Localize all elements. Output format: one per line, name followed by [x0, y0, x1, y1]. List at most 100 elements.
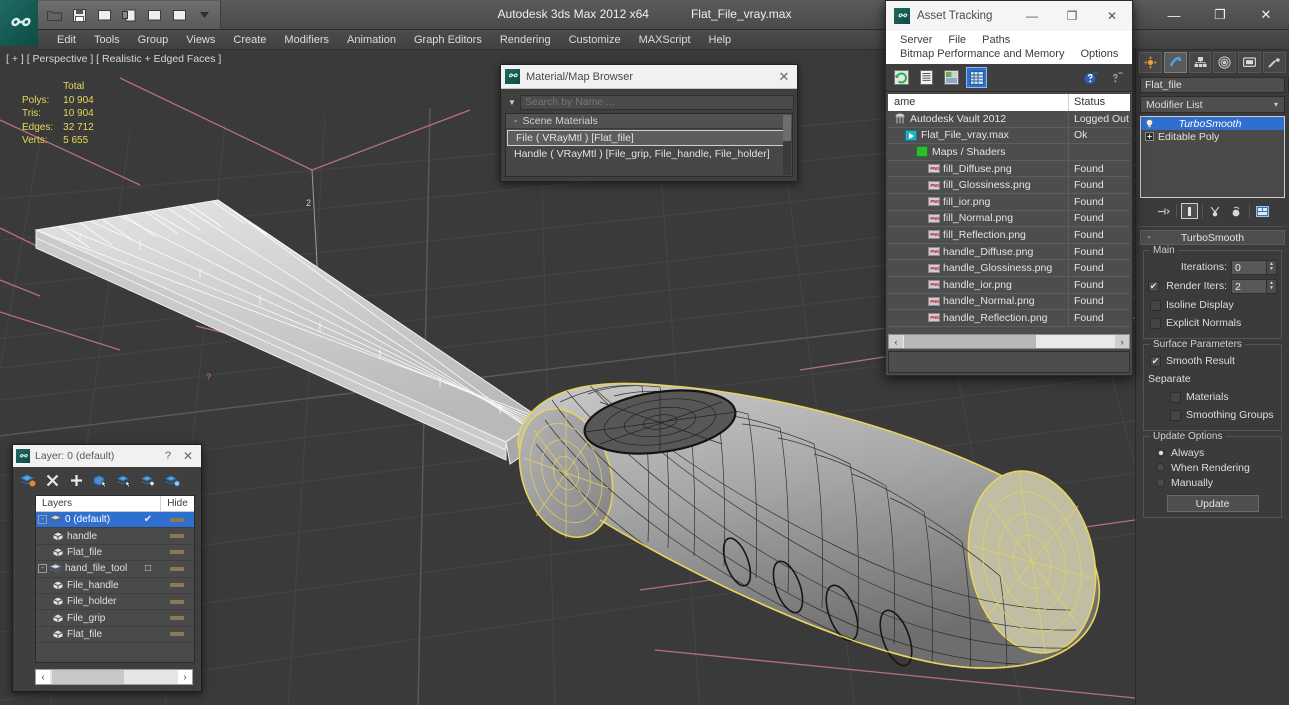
update-option-always[interactable]: Always	[1148, 445, 1277, 460]
modify-tab[interactable]	[1163, 51, 1187, 73]
pin-stack-icon[interactable]	[1155, 203, 1172, 219]
undo-icon[interactable]	[94, 5, 114, 25]
scrollbar-thumb[interactable]	[783, 115, 791, 141]
layer-current-check[interactable]: ✔	[136, 514, 160, 525]
asset-row-fill-ior[interactable]: fill_ior.png Found	[888, 193, 1130, 211]
layer-row-hand-file-tool[interactable]: - hand_file_tool □	[36, 561, 194, 578]
menu-paths[interactable]: Paths	[974, 33, 1018, 47]
utilities-tab[interactable]	[1263, 51, 1286, 73]
materials-checkbox[interactable]	[1170, 391, 1181, 403]
update-option-when-rendering[interactable]: When Rendering	[1148, 460, 1277, 475]
close-button[interactable]: ✕	[1243, 0, 1289, 30]
menu-options[interactable]: Options	[1072, 47, 1126, 61]
material-item-handle[interactable]: Handle ( VRayMtl ) [File_grip, File_hand…	[506, 146, 792, 163]
menu-file[interactable]: File	[940, 33, 974, 47]
asset-row-maps-shaders[interactable]: Maps / Shaders	[888, 144, 1130, 161]
show-end-result-icon[interactable]	[1180, 203, 1198, 219]
maximize-button[interactable]: ❐	[1197, 0, 1243, 30]
scroll-left-arrow[interactable]: ‹	[889, 337, 903, 347]
isoline-display-row[interactable]: Isoline Display	[1148, 297, 1277, 313]
scene-materials-list[interactable]: - Scene Materials File ( VRayMtl ) [Flat_…	[505, 113, 793, 177]
layer-hide-cell[interactable]	[160, 566, 194, 571]
refresh-icon[interactable]	[892, 68, 911, 87]
layer-row-file-grip[interactable]: File_grip	[36, 610, 194, 627]
menu-customize[interactable]: Customize	[560, 30, 630, 50]
object-name-input[interactable]	[1140, 77, 1285, 93]
scene-materials-group-header[interactable]: - Scene Materials	[506, 114, 792, 129]
update-option-manually[interactable]: Manually	[1148, 475, 1277, 490]
close-icon[interactable]: ✕	[775, 69, 793, 85]
explicit-normals-checkbox[interactable]	[1150, 317, 1161, 329]
menu-tools[interactable]: Tools	[85, 30, 129, 50]
save-file-icon[interactable]	[69, 5, 89, 25]
3dsmax-logo[interactable]: ⚯	[0, 0, 38, 46]
layer-hide-cell[interactable]	[160, 517, 194, 522]
motion-tab[interactable]	[1213, 51, 1237, 73]
scroll-track[interactable]	[50, 670, 178, 684]
layer-horizontal-scrollbar[interactable]: ‹ ›	[35, 669, 193, 685]
menu-modifiers[interactable]: Modifiers	[275, 30, 338, 50]
create-new-layer-icon[interactable]	[17, 470, 39, 490]
group-collapse-icon[interactable]: -	[514, 115, 518, 127]
grid-view-icon[interactable]	[966, 67, 987, 88]
asset-row-handle-reflection[interactable]: handle_Reflection.png Found	[888, 310, 1130, 327]
help-icon[interactable]: ?	[158, 450, 178, 462]
delete-layer-icon[interactable]	[41, 470, 63, 490]
scroll-right-arrow[interactable]: ›	[178, 672, 192, 683]
layer-list[interactable]: Layers Hide - 0 (default) ✔ handle Flat_…	[35, 495, 195, 663]
smooth-result-checkbox[interactable]: ✔	[1150, 355, 1161, 367]
menu-maxscript[interactable]: MAXScript	[630, 30, 700, 50]
smooth-result-row[interactable]: ✔ Smooth Result	[1148, 353, 1277, 369]
radio-when-rendering[interactable]	[1156, 463, 1165, 472]
explicit-normals-row[interactable]: Explicit Normals	[1148, 315, 1277, 331]
menu-bitmap-performance[interactable]: Bitmap Performance and Memory	[892, 47, 1072, 61]
close-icon[interactable]: ✕	[178, 449, 198, 463]
highlight-selected-icon[interactable]	[137, 470, 159, 490]
about-icon[interactable]	[1107, 68, 1126, 87]
collapse-icon[interactable]: -	[1141, 232, 1157, 243]
menu-edit[interactable]: Edit	[48, 30, 85, 50]
select-highlighted-icon[interactable]	[113, 470, 135, 490]
asset-row-handle-diffuse[interactable]: handle_Diffuse.png Found	[888, 243, 1130, 261]
layer-row-file-handle[interactable]: File_handle	[36, 578, 194, 594]
layer-hide-cell[interactable]	[160, 599, 194, 604]
asset-horizontal-scrollbar[interactable]: ‹ ›	[888, 334, 1130, 349]
asset-row-handle-glossiness[interactable]: handle_Glossiness.png Found	[888, 260, 1130, 277]
iterations-value[interactable]: 0	[1231, 259, 1267, 275]
add-to-layer-icon[interactable]	[65, 470, 87, 490]
update-button[interactable]: Update	[1166, 495, 1259, 512]
radio-always[interactable]	[1156, 448, 1165, 457]
rollout-header[interactable]: - TurboSmooth	[1140, 230, 1285, 245]
menu-graph-editors[interactable]: Graph Editors	[405, 30, 491, 50]
layer-hide-cell[interactable]	[160, 534, 194, 539]
redo-icon[interactable]	[119, 5, 139, 25]
list-view-icon[interactable]	[917, 68, 936, 87]
menu-server[interactable]: Server	[892, 33, 940, 47]
hierarchy-tab[interactable]	[1188, 51, 1212, 73]
asset-row-fill-glossiness[interactable]: fill_Glossiness.png Found	[888, 177, 1130, 194]
configure-modifier-sets-icon[interactable]	[1254, 203, 1271, 219]
maximize-button[interactable]: ❐	[1052, 1, 1092, 31]
menu-views[interactable]: Views	[177, 30, 224, 50]
remove-modifier-icon[interactable]	[1228, 203, 1245, 219]
layer-row-0-default[interactable]: - 0 (default) ✔	[36, 512, 194, 529]
smoothing-groups-row[interactable]: Smoothing Groups	[1148, 407, 1277, 423]
search-input[interactable]	[520, 94, 794, 110]
minimize-button[interactable]: —	[1151, 0, 1197, 30]
create-tab[interactable]	[1139, 51, 1162, 73]
render-iters-spinner[interactable]: ▲ ▼	[1267, 278, 1277, 294]
iterations-spinner[interactable]: ▲ ▼	[1267, 259, 1277, 275]
materials-row[interactable]: Materials	[1148, 389, 1277, 405]
make-unique-icon[interactable]	[1207, 203, 1224, 219]
asset-row-fill-normal[interactable]: fill_Normal.png Found	[888, 210, 1130, 228]
customize-qat-icon[interactable]	[194, 5, 214, 25]
layer-hide-cell[interactable]	[160, 583, 194, 588]
menu-animation[interactable]: Animation	[338, 30, 405, 50]
menu-group[interactable]: Group	[129, 30, 178, 50]
asset-row-fill-reflection[interactable]: fill_Reflection.png Found	[888, 227, 1130, 244]
smoothing-groups-checkbox[interactable]	[1170, 409, 1181, 421]
asset-row-vault[interactable]: Autodesk Vault 2012 Logged Out	[888, 111, 1130, 128]
thumbnail-view-icon[interactable]	[942, 68, 961, 87]
layer-hide-cell[interactable]	[160, 616, 194, 621]
material-list-scrollbar[interactable]	[783, 115, 791, 175]
